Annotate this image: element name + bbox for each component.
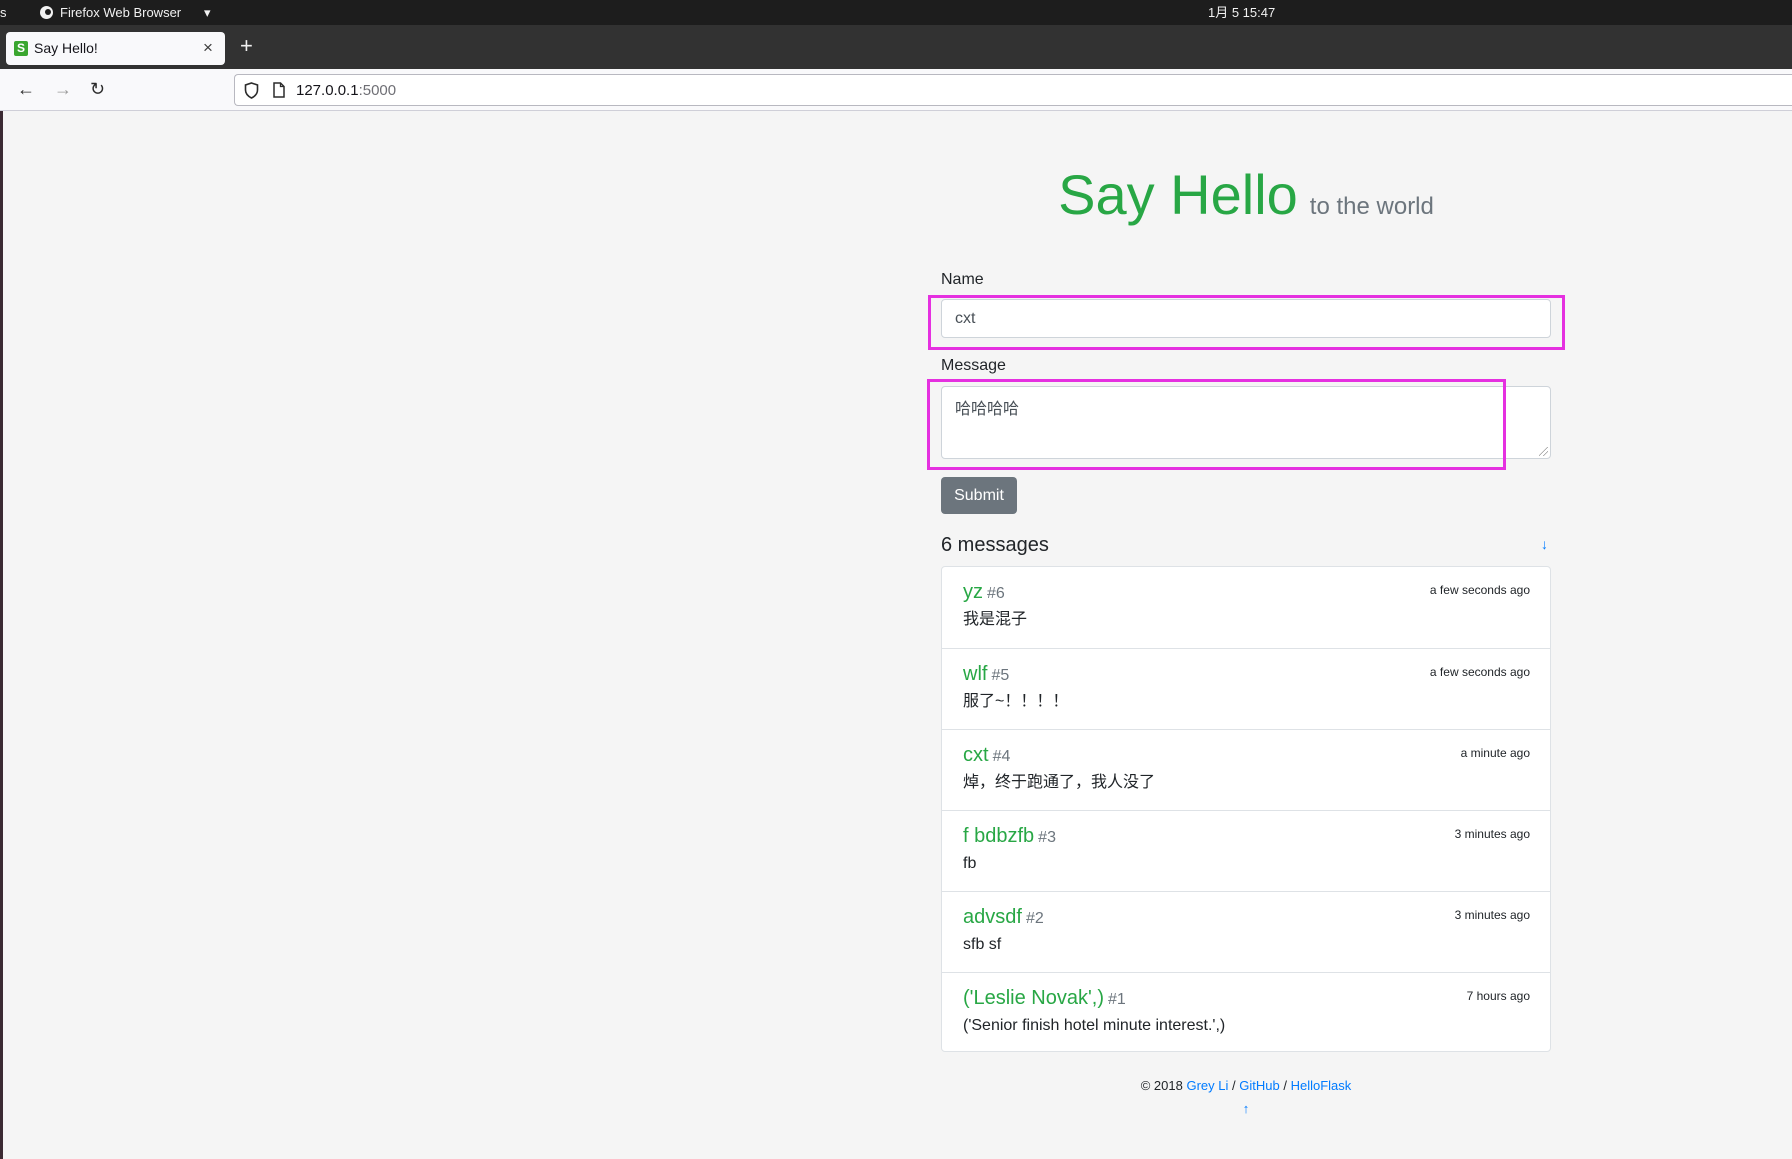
message-number: #1 (1108, 991, 1126, 1008)
name-label: Name (941, 271, 984, 288)
activities-button[interactable]: s (0, 5, 7, 21)
message-label: Message (941, 357, 1006, 374)
url-text: 127.0.0.1:5000 (296, 82, 396, 99)
close-icon[interactable]: × (203, 38, 213, 58)
page-title: Say Hello (1058, 163, 1298, 226)
message-body: 我是混子 (963, 611, 1028, 628)
message-timestamp: a minute ago (1460, 746, 1530, 760)
footer-copyright: © 2018 (1140, 1078, 1183, 1093)
list-item: advsdf #2 3 minutes ago sfb sf (942, 891, 1550, 972)
scroll-up-link[interactable]: ↑ (941, 1101, 1551, 1117)
system-top-bar: s Firefox Web Browser ▾ 1月 5 15:47 (0, 0, 1792, 25)
messages-count: 6 messages (941, 534, 1049, 556)
chevron-down-icon[interactable]: ▾ (204, 5, 211, 21)
message-number: #3 (1038, 829, 1056, 846)
page-subtitle: to the world (1309, 193, 1434, 220)
highlight-name-field (928, 295, 1565, 350)
url-port: :5000 (358, 82, 397, 99)
footer: © 2018 Grey Li / GitHub / HelloFlask (941, 1078, 1551, 1094)
reload-button[interactable]: ↻ (90, 78, 105, 100)
list-item: cxt #4 a minute ago 焯，终于跑通了，我人没了 (942, 729, 1550, 810)
tab-say-hello[interactable]: S Say Hello! × (6, 32, 225, 65)
main-column: Say Helloto the world Name Message 哈哈哈哈 … (941, 111, 1551, 1159)
list-item: wlf #5 a few seconds ago 服了~！！！！ (942, 648, 1550, 729)
highlight-message-field (927, 379, 1506, 470)
message-author: ('Leslie Novak',) (963, 987, 1105, 1009)
page-info-icon[interactable] (273, 82, 285, 98)
list-item: yz #6 a few seconds ago 我是混子 (942, 567, 1550, 648)
tab-strip: S Say Hello! × + (0, 25, 1792, 69)
message-body: sfb sf (963, 936, 1002, 953)
url-bar[interactable]: 127.0.0.1:5000 (234, 74, 1792, 106)
navigation-toolbar: ← → ↻ 127.0.0.1:5000 (0, 69, 1792, 111)
message-timestamp: a few seconds ago (1429, 583, 1530, 597)
footer-separator: / (1232, 1078, 1236, 1093)
tab-title: Say Hello! (34, 40, 98, 56)
message-author: yz (963, 581, 983, 603)
resize-handle-icon[interactable] (1539, 447, 1548, 456)
shield-icon[interactable] (244, 82, 259, 99)
message-number: #6 (987, 585, 1005, 602)
footer-github-link[interactable]: GitHub (1239, 1078, 1279, 1093)
footer-helloflask-link[interactable]: HelloFlask (1291, 1078, 1352, 1093)
desktop-edge (0, 111, 3, 1159)
message-author: f bdbzfb (963, 825, 1035, 847)
url-host: 127.0.0.1 (296, 82, 359, 99)
submit-button[interactable]: Submit (941, 477, 1017, 514)
message-timestamp: 3 minutes ago (1454, 827, 1530, 841)
message-timestamp: a few seconds ago (1429, 665, 1530, 679)
message-number: #2 (1025, 910, 1044, 927)
message-author: cxt (963, 744, 989, 766)
message-body: fb (963, 855, 977, 872)
footer-separator: / (1283, 1078, 1287, 1093)
scroll-down-link[interactable]: ↓ (1541, 535, 1548, 553)
message-list: yz #6 a few seconds ago 我是混子 wlf #5 a few … (941, 566, 1551, 1052)
message-timestamp: 3 minutes ago (1454, 908, 1530, 922)
list-item: ('Leslie Novak',) #1 7 hours ago ('Senior… (942, 972, 1550, 1051)
message-author: wlf (963, 663, 988, 685)
footer-author-link[interactable]: Grey Li (1186, 1078, 1228, 1093)
message-body: 服了~！！！！ (963, 693, 1069, 710)
forward-button[interactable]: → (54, 78, 72, 100)
message-number: #5 (991, 667, 1010, 684)
message-author: advsdf (963, 906, 1022, 928)
clock[interactable]: 1月 5 15:47 (1208, 5, 1275, 21)
new-tab-button[interactable]: + (240, 34, 253, 58)
message-timestamp: 7 hours ago (1466, 989, 1530, 1003)
page-header: Say Hello to the world (941, 161, 1551, 228)
list-item: f bdbzfb #3 3 minutes ago fb (942, 810, 1550, 891)
back-button[interactable]: ← (17, 78, 35, 100)
message-body: 焯，终于跑通了，我人没了 (963, 774, 1156, 791)
favicon-icon: S (14, 41, 28, 56)
message-body: ('Senior finish hotel minute interest.',… (963, 1017, 1226, 1034)
message-number: #4 (992, 748, 1011, 765)
app-menu-label[interactable]: Firefox Web Browser (60, 5, 181, 21)
firefox-logo-icon (40, 6, 53, 19)
